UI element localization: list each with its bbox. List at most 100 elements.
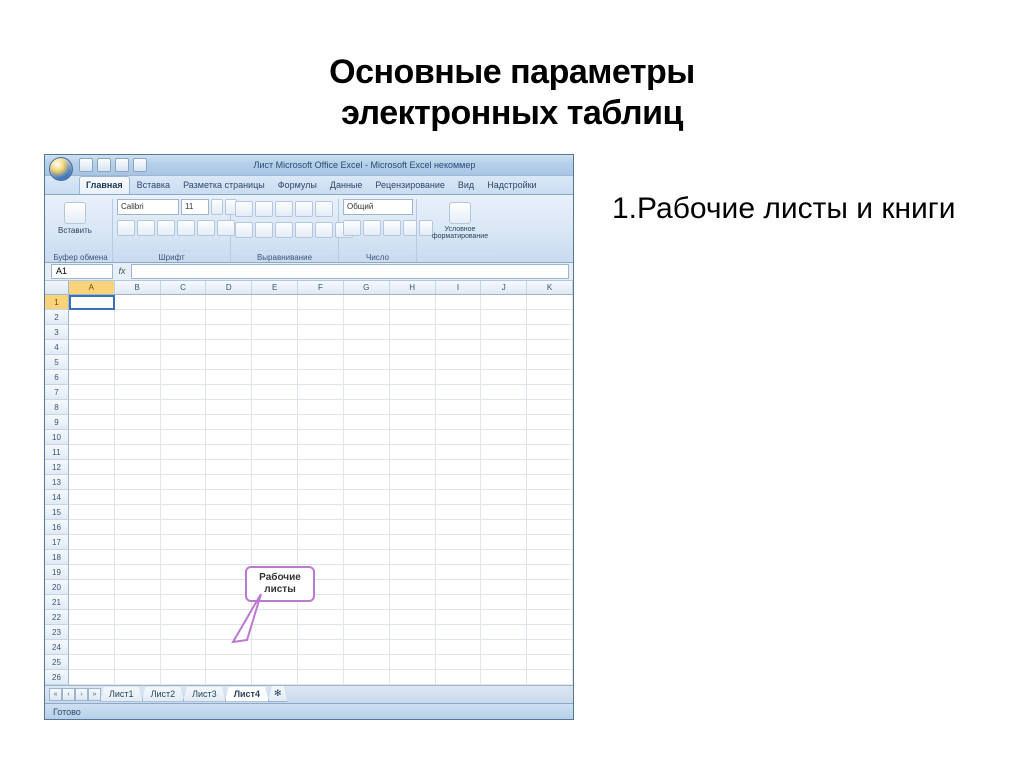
tab-view[interactable]: Вид (452, 177, 480, 194)
qat-redo-icon[interactable] (115, 158, 129, 172)
font-size-combo[interactable]: 11 (181, 199, 209, 215)
cell[interactable] (252, 490, 298, 505)
bold-icon[interactable] (117, 220, 135, 236)
cell[interactable] (298, 670, 344, 685)
cell[interactable] (527, 565, 573, 580)
cell[interactable] (115, 295, 161, 310)
cell[interactable] (344, 355, 390, 370)
cell[interactable] (527, 505, 573, 520)
col-header-J[interactable]: J (481, 281, 527, 294)
cell[interactable] (298, 610, 344, 625)
cell[interactable] (527, 655, 573, 670)
cell[interactable] (115, 340, 161, 355)
cell[interactable] (252, 415, 298, 430)
number-format-combo[interactable]: Общий (343, 199, 413, 215)
cell[interactable] (390, 505, 436, 520)
cell[interactable] (436, 565, 482, 580)
cell[interactable] (436, 310, 482, 325)
cell[interactable] (481, 655, 527, 670)
row-header[interactable]: 19 (45, 565, 69, 580)
row-header[interactable]: 11 (45, 445, 69, 460)
cell[interactable] (390, 400, 436, 415)
cell[interactable] (527, 610, 573, 625)
cell[interactable] (115, 595, 161, 610)
orientation-icon[interactable] (295, 201, 313, 217)
col-header-I[interactable]: I (436, 281, 482, 294)
cell[interactable] (298, 505, 344, 520)
tab-home[interactable]: Главная (79, 176, 130, 194)
cell[interactable] (161, 325, 207, 340)
cell[interactable] (298, 400, 344, 415)
cell[interactable] (69, 430, 115, 445)
cell[interactable] (69, 325, 115, 340)
cell[interactable] (390, 535, 436, 550)
qat-custom-icon[interactable] (133, 158, 147, 172)
cell[interactable] (206, 475, 252, 490)
underline-icon[interactable] (157, 220, 175, 236)
cell[interactable] (115, 670, 161, 685)
cell[interactable] (390, 325, 436, 340)
cell[interactable] (481, 505, 527, 520)
cell[interactable] (161, 550, 207, 565)
wrap-text-icon[interactable] (315, 201, 333, 217)
cell[interactable] (436, 325, 482, 340)
col-header-B[interactable]: B (115, 281, 161, 294)
currency-icon[interactable] (343, 220, 361, 236)
office-button[interactable] (49, 157, 73, 181)
cell[interactable] (344, 565, 390, 580)
cell[interactable] (527, 520, 573, 535)
cell[interactable] (298, 490, 344, 505)
fx-icon[interactable]: fx (113, 266, 131, 276)
row-header[interactable]: 14 (45, 490, 69, 505)
cell[interactable] (390, 460, 436, 475)
cell[interactable] (436, 370, 482, 385)
cell[interactable] (436, 520, 482, 535)
row-header[interactable]: 23 (45, 625, 69, 640)
tab-data[interactable]: Данные (324, 177, 369, 194)
cell[interactable] (390, 340, 436, 355)
cell[interactable] (115, 415, 161, 430)
cell[interactable] (436, 415, 482, 430)
cell[interactable] (252, 460, 298, 475)
cell[interactable] (344, 490, 390, 505)
cell[interactable] (527, 325, 573, 340)
row-header[interactable]: 9 (45, 415, 69, 430)
increase-font-icon[interactable] (211, 199, 223, 215)
cell[interactable] (252, 400, 298, 415)
cell[interactable] (527, 580, 573, 595)
cell[interactable] (344, 310, 390, 325)
cell[interactable] (344, 445, 390, 460)
cell[interactable] (436, 340, 482, 355)
cell[interactable] (252, 430, 298, 445)
cell[interactable] (69, 310, 115, 325)
cell[interactable] (436, 550, 482, 565)
cell[interactable] (161, 340, 207, 355)
cell[interactable] (344, 460, 390, 475)
sheet-nav-next-icon[interactable]: › (75, 688, 88, 701)
row-header[interactable]: 10 (45, 430, 69, 445)
font-name-combo[interactable]: Calibri (117, 199, 179, 215)
cell[interactable] (298, 355, 344, 370)
select-all-corner[interactable] (45, 281, 69, 294)
align-bottom-icon[interactable] (275, 201, 293, 217)
cell[interactable] (69, 670, 115, 685)
cell[interactable] (206, 445, 252, 460)
cell[interactable] (206, 310, 252, 325)
align-center-icon[interactable] (255, 222, 273, 238)
cell[interactable] (161, 400, 207, 415)
decrease-indent-icon[interactable] (295, 222, 313, 238)
cell[interactable] (252, 385, 298, 400)
align-right-icon[interactable] (275, 222, 293, 238)
comma-icon[interactable] (383, 220, 401, 236)
cell[interactable] (206, 535, 252, 550)
cell[interactable] (252, 655, 298, 670)
cell[interactable] (298, 475, 344, 490)
cell[interactable] (161, 535, 207, 550)
cell[interactable] (69, 370, 115, 385)
col-header-E[interactable]: E (252, 281, 298, 294)
cell[interactable] (481, 430, 527, 445)
cell[interactable] (161, 625, 207, 640)
row-header[interactable]: 18 (45, 550, 69, 565)
cell[interactable] (527, 670, 573, 685)
cell[interactable] (344, 325, 390, 340)
